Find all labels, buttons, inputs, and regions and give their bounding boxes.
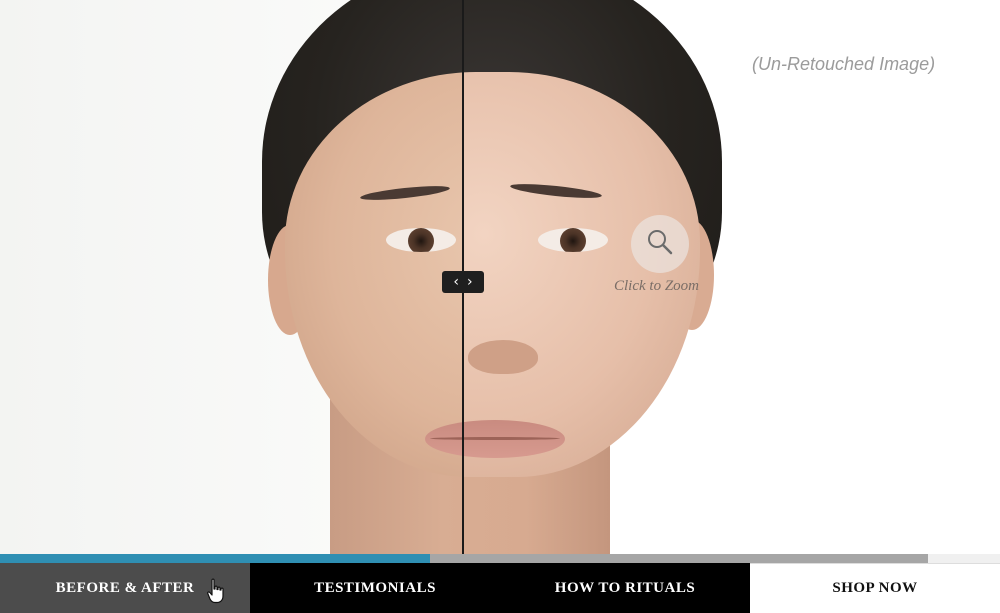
comparison-slider-handle[interactable]: ‹ ›	[442, 271, 484, 293]
chevron-right-icon: ›	[467, 274, 473, 290]
unretouched-caption: (Un-Retouched Image)	[752, 54, 936, 74]
nav-testimonials[interactable]: TESTIMONIALS	[250, 563, 500, 613]
video-progress-bar[interactable]	[0, 554, 1000, 563]
zoom-label[interactable]: Click to Zoom	[614, 278, 699, 295]
nav-shop-now[interactable]: SHOP NOW	[750, 563, 1000, 613]
before-after-viewer[interactable]: ‹ › (Un-Retouched Image) Click to Zoom	[0, 0, 1000, 554]
chevron-left-icon: ‹	[453, 274, 459, 290]
portrait-photo	[0, 0, 463, 554]
hand-pointer-icon	[207, 578, 225, 609]
magnifier-icon	[646, 228, 674, 261]
zoom-button[interactable]	[631, 215, 689, 273]
bottom-nav: BEFORE & AFTER TESTIMONIALS HOW TO RITUA…	[0, 563, 1000, 613]
portrait-photo	[463, 0, 1000, 554]
progress-fill	[0, 554, 430, 563]
retouched-image-half	[0, 0, 463, 554]
unretouched-image-half	[463, 0, 1000, 554]
nav-how-to-rituals[interactable]: HOW TO RITUALS	[500, 563, 750, 613]
